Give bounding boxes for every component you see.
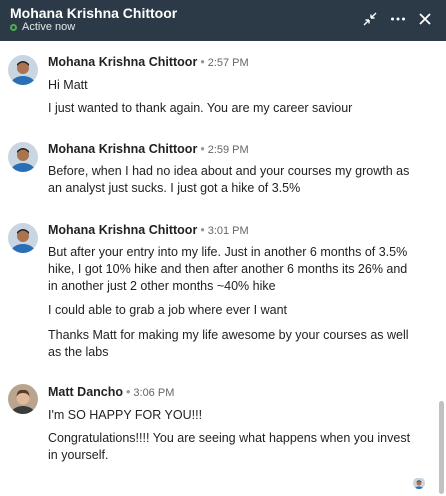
- message-time: 2:59 PM: [207, 144, 249, 156]
- message-header: Mohana Krishna Chittoor • 2:59 PM: [48, 142, 249, 156]
- chat-header: Mohana Krishna Chittoor Active now: [0, 0, 446, 41]
- message-text: Before, when I had no idea about and you…: [48, 164, 410, 195]
- message-text: Congratulations!!!! You are seeing what …: [48, 431, 411, 462]
- message-text: Thanks Matt for making my life awesome b…: [48, 328, 409, 359]
- message-author[interactable]: Mohana Krishna Chittoor: [48, 142, 197, 156]
- message-time: 3:06 PM: [133, 387, 175, 399]
- close-icon[interactable]: [414, 8, 436, 30]
- message-header: Matt Dancho • 3:06 PM: [48, 385, 175, 399]
- scrollbar[interactable]: [439, 401, 444, 494]
- avatar[interactable]: [8, 55, 38, 85]
- message-list: Mohana Krishna Chittoor • 2:57 PM Hi Matt …: [0, 41, 446, 496]
- active-dot-icon: [10, 23, 17, 31]
- message-header: Mohana Krishna Chittoor • 3:01 PM: [48, 223, 249, 237]
- message-author[interactable]: Mohana Krishna Chittoor: [48, 55, 197, 69]
- message-text: I'm SO HAPPY FOR YOU!!!: [48, 408, 203, 422]
- contact-name[interactable]: Mohana Krishna Chittoor: [10, 5, 177, 21]
- avatar[interactable]: [8, 384, 38, 414]
- compress-icon[interactable]: [359, 8, 381, 30]
- message-author[interactable]: Matt Dancho: [48, 385, 123, 399]
- presence-status: Active now: [10, 21, 75, 33]
- avatar[interactable]: [8, 142, 38, 172]
- message-time: 2:57 PM: [207, 57, 249, 69]
- message-text: Hi Matt: [48, 78, 88, 92]
- message-author[interactable]: Mohana Krishna Chittoor: [48, 223, 197, 237]
- seen-avatar: [413, 477, 425, 489]
- message-text: But after your entry into my life. Just …: [48, 245, 408, 293]
- status-text: Active now: [22, 21, 76, 33]
- message-text: I just wanted to thank again. You are my…: [48, 101, 353, 115]
- message-text: I could able to grab a job where ever I …: [48, 303, 288, 317]
- avatar[interactable]: [8, 223, 38, 253]
- message-header: Mohana Krishna Chittoor • 2:57 PM: [48, 55, 249, 69]
- more-icon[interactable]: [387, 8, 409, 30]
- message-time: 3:01 PM: [207, 225, 249, 237]
